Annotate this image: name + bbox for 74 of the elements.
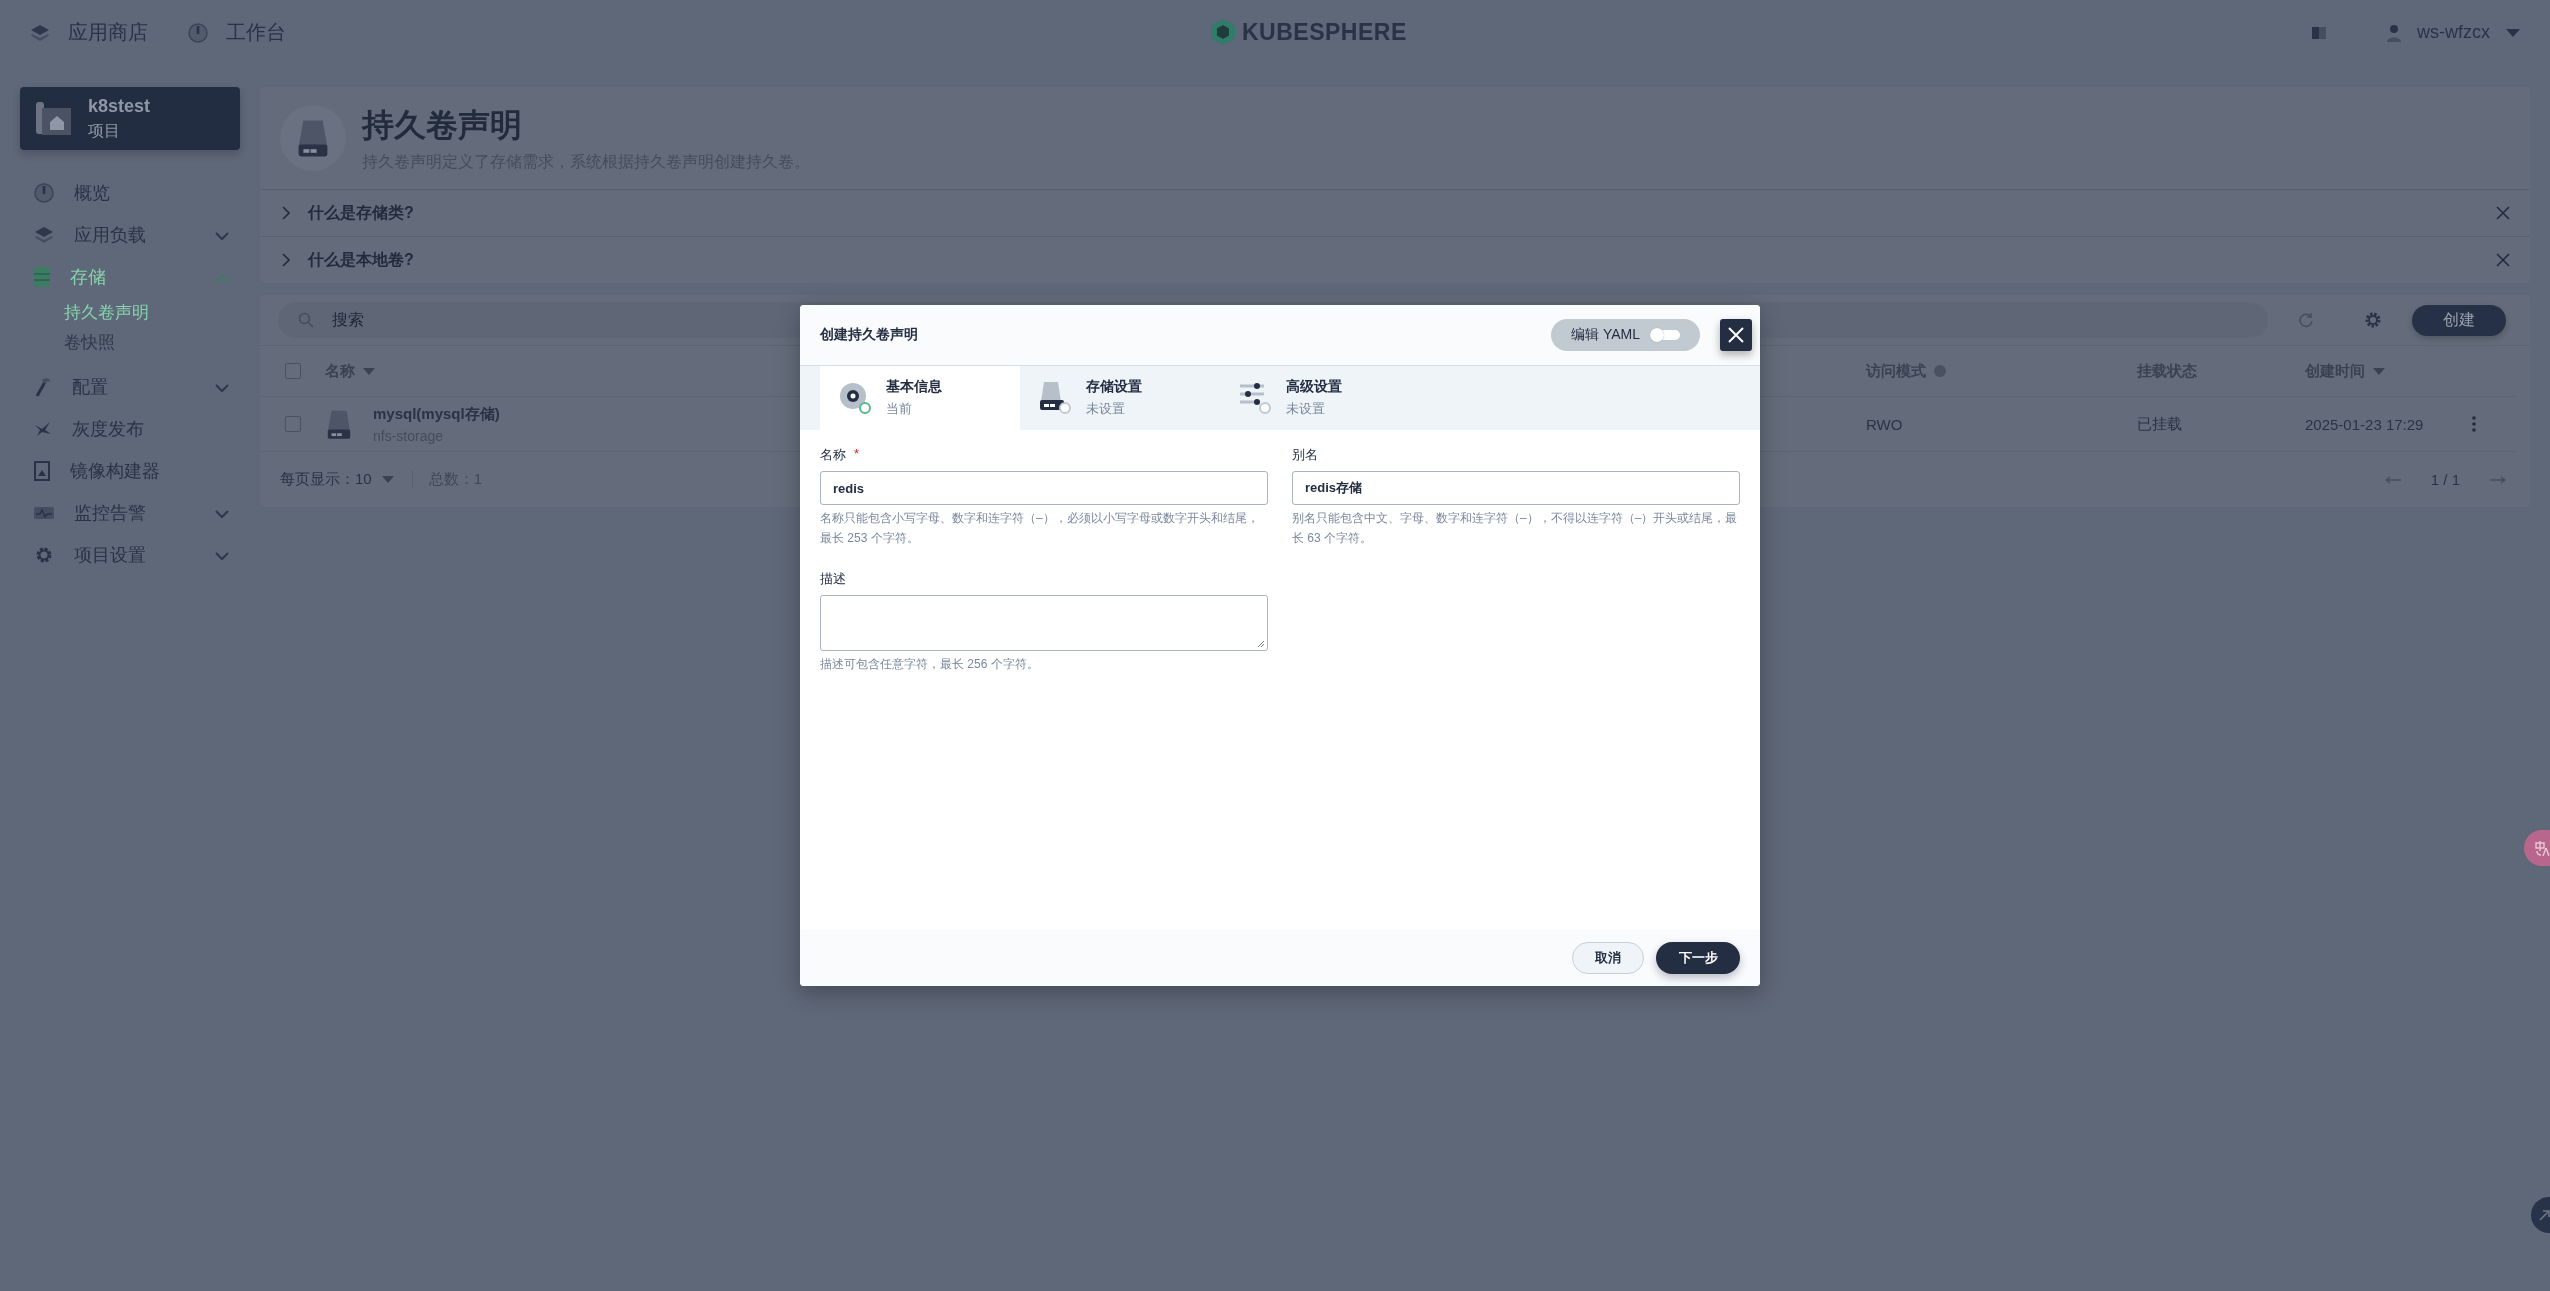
page-title: 持久卷声明 bbox=[362, 105, 523, 145]
access-mode: RWO bbox=[1866, 415, 1904, 433]
translate-icon bbox=[2534, 840, 2550, 856]
modal-title: 创建持久卷声明 bbox=[820, 326, 918, 344]
arrow-left-icon[interactable] bbox=[2384, 475, 2401, 484]
field-label: 描述 bbox=[820, 570, 846, 588]
gauge-icon bbox=[34, 183, 54, 203]
checkbox[interactable] bbox=[285, 363, 301, 379]
required-mark: * bbox=[854, 446, 860, 463]
sidebar-subitem[interactable]: 持久卷声明 bbox=[20, 298, 240, 328]
project-card[interactable]: k8stest 项目 bbox=[20, 87, 240, 150]
mount-status: 已挂载 bbox=[2137, 414, 2183, 434]
more-icon[interactable] bbox=[2472, 416, 2476, 432]
search-icon bbox=[298, 312, 314, 328]
create-button[interactable]: 创建 bbox=[2412, 304, 2506, 336]
database-icon bbox=[34, 267, 50, 287]
monitor-icon bbox=[34, 505, 54, 521]
input-field[interactable]: redis bbox=[820, 471, 1268, 505]
arrow-right-icon[interactable] bbox=[2490, 475, 2506, 484]
chevron-icon[interactable] bbox=[214, 230, 230, 241]
refresh-icon[interactable] bbox=[2298, 312, 2314, 328]
chevron-icon[interactable] bbox=[214, 550, 230, 561]
gear-icon bbox=[34, 545, 54, 565]
user-icon[interactable] bbox=[2387, 23, 2401, 42]
logo-icon bbox=[1210, 18, 1236, 46]
created-time: 2025-01-23 17:29 bbox=[2305, 415, 2425, 433]
field-hint: 名称只能包含小写字母、数字和连字符（–），必须以小写字母或数字开头和结尾，最长 253 个字符。 bbox=[820, 510, 1260, 547]
image-icon bbox=[34, 461, 50, 481]
layers-icon bbox=[30, 23, 50, 42]
step-tab[interactable]: 存储设置 未设置 bbox=[1020, 366, 1220, 430]
page-size-select[interactable]: 每页显示：10 bbox=[280, 470, 372, 489]
resize-handle-icon[interactable] bbox=[1257, 640, 1265, 648]
step-tab[interactable]: 高级设置 未设置 bbox=[1220, 366, 1420, 430]
chevron-icon[interactable] bbox=[214, 272, 230, 283]
settings-icon[interactable] bbox=[2364, 311, 2382, 329]
disc-icon bbox=[838, 381, 872, 415]
caret-icon[interactable] bbox=[2373, 367, 2385, 375]
tip-row[interactable]: 什么是存储类? bbox=[260, 189, 2530, 236]
field-label: 名称 bbox=[820, 446, 846, 464]
cancel-button[interactable]: 取消 bbox=[1572, 942, 1644, 974]
close-button[interactable] bbox=[1720, 319, 1752, 351]
disk-icon bbox=[325, 408, 353, 440]
caret-icon[interactable] bbox=[2506, 28, 2520, 37]
chevron-icon[interactable] bbox=[214, 508, 230, 519]
caret-icon[interactable] bbox=[381, 476, 394, 483]
bird-icon bbox=[34, 421, 52, 437]
chevron-icon[interactable] bbox=[214, 382, 230, 393]
book-icon[interactable] bbox=[2311, 25, 2327, 40]
tip-row[interactable]: 什么是本地卷? bbox=[260, 236, 2530, 283]
project-type: 项目 bbox=[88, 120, 121, 141]
checkbox[interactable] bbox=[285, 416, 301, 432]
edit-yaml-toggle[interactable]: 编辑 YAML bbox=[1551, 319, 1700, 351]
field-hint: 别名只能包含中文、字母、数字和连字符（–），不得以连字符（–）开头或结尾，最长 63 个字符。 bbox=[1292, 510, 1739, 547]
volume-name[interactable]: mysql(mysql存储) bbox=[373, 404, 500, 424]
help-icon[interactable] bbox=[1934, 365, 1946, 377]
gauge-icon bbox=[188, 22, 208, 43]
field-label: 别名 bbox=[1292, 446, 1318, 464]
page-indicator: 1 / 1 bbox=[2430, 471, 2460, 488]
description-field[interactable] bbox=[820, 595, 1268, 651]
project-name: k8stest bbox=[88, 95, 151, 117]
arrow-icon bbox=[2539, 1209, 2550, 1221]
chevron-icon[interactable] bbox=[282, 253, 290, 267]
sidebar-item[interactable]: 存储 bbox=[20, 256, 240, 298]
layers-icon bbox=[34, 226, 54, 244]
sliders-icon bbox=[1238, 381, 1272, 415]
hammer-icon bbox=[34, 377, 52, 397]
disk-icon bbox=[1038, 381, 1072, 415]
chevron-icon[interactable] bbox=[282, 206, 290, 220]
input-field[interactable]: redis存储 bbox=[1292, 471, 1740, 505]
step-tab[interactable]: 基本信息 当前 bbox=[820, 366, 1020, 430]
next-button[interactable]: 下一步 bbox=[1656, 942, 1740, 974]
field-hint: 描述可包含任意字符，最长 256 个字符。 bbox=[820, 656, 1040, 673]
project-icon bbox=[36, 101, 72, 136]
caret-icon[interactable] bbox=[363, 367, 375, 375]
